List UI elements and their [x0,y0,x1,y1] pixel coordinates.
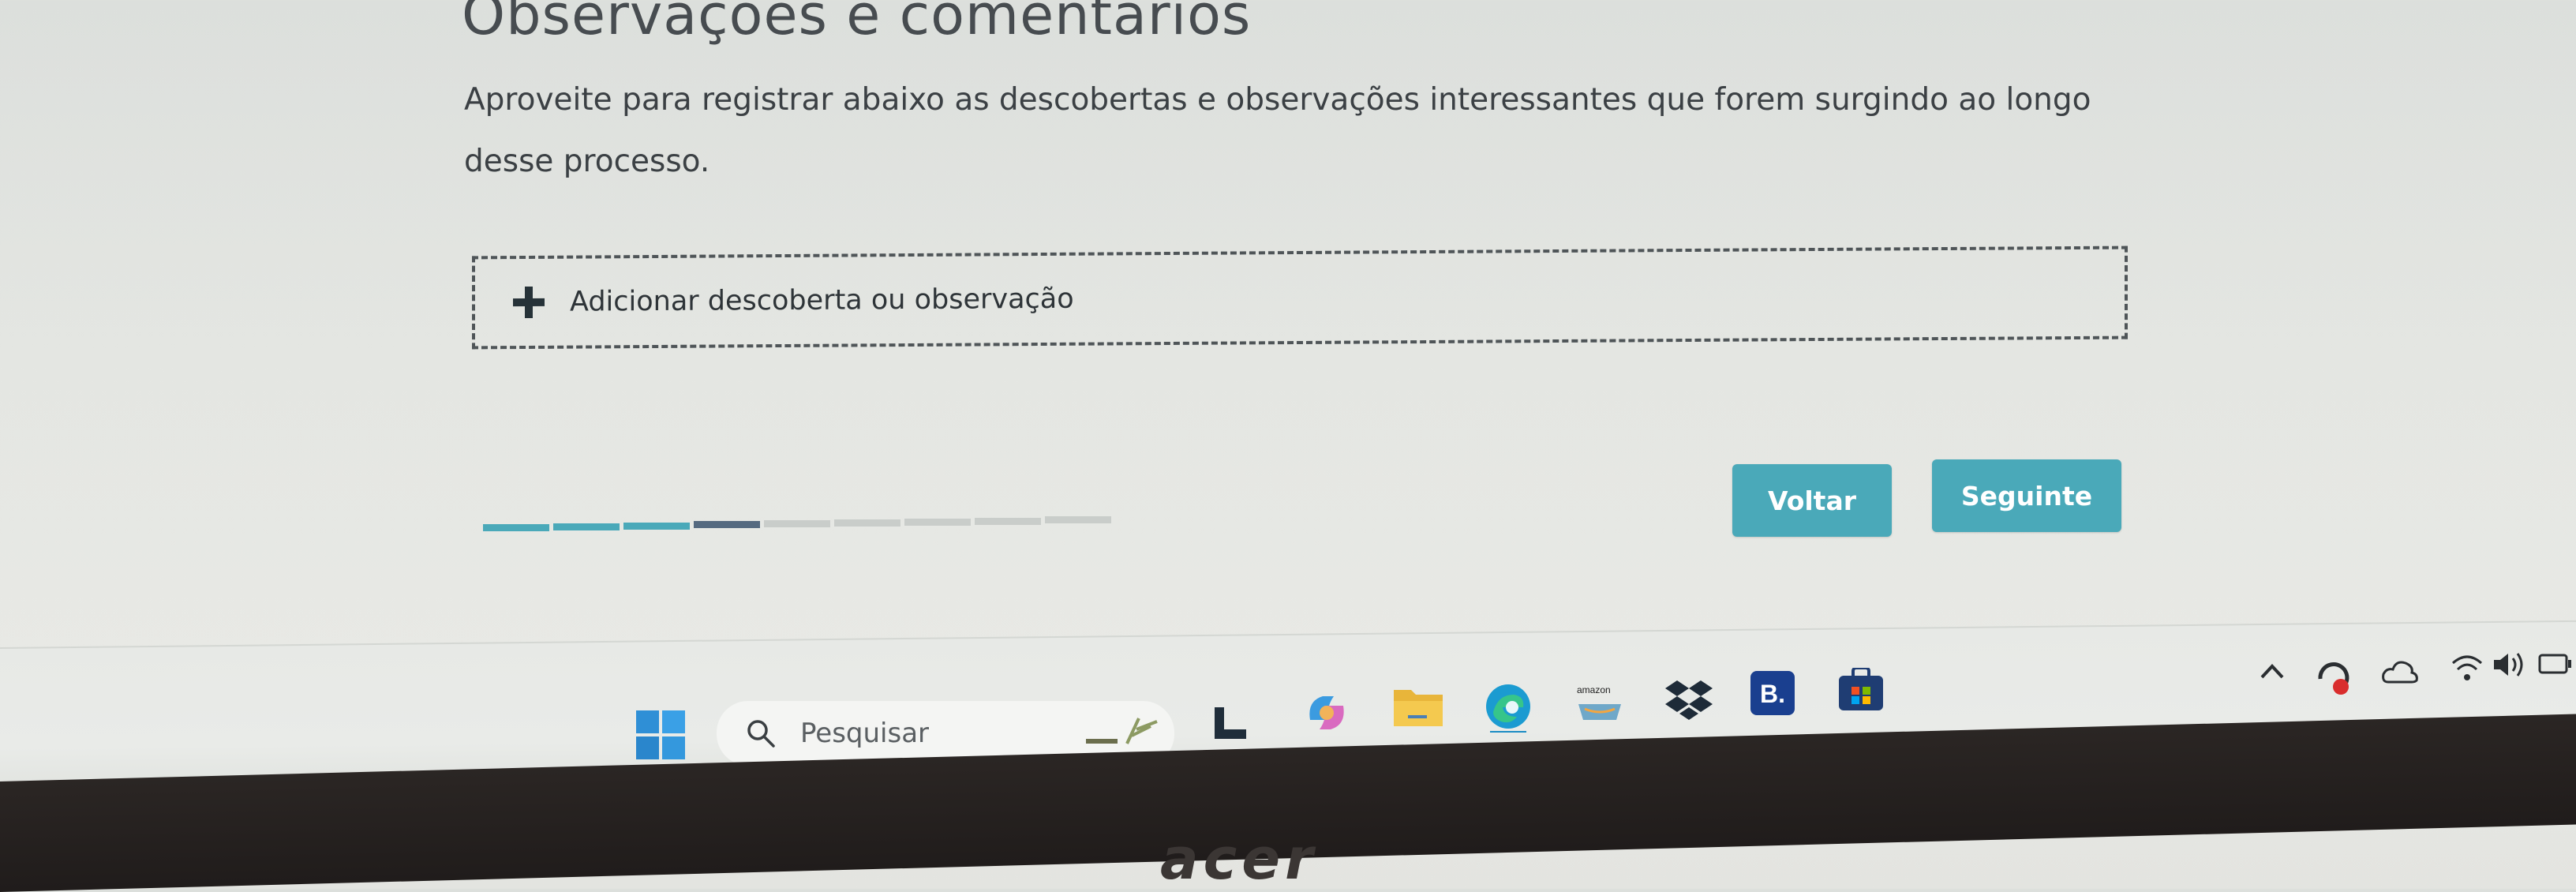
progress-segment [623,522,690,530]
progress-segment [975,517,1041,525]
progress-segment [483,524,549,531]
progress-segment [1045,516,1111,524]
next-button[interactable]: Seguinte [1932,459,2121,532]
wifi-icon[interactable] [2450,652,2484,688]
app-l-icon[interactable] [1211,704,1249,746]
volume-icon[interactable] [2491,649,2530,684]
copilot-icon[interactable] [1302,688,1351,741]
laptop-brand-logo: acer [1160,826,1318,892]
file-explorer-icon[interactable] [1392,684,1444,732]
page-title: Observações e comentários [462,0,1252,47]
search-placeholder: Pesquisar [800,718,930,749]
windows-start-icon[interactable] [636,710,685,759]
svg-text:amazon: amazon [1577,684,1611,695]
screen: Observações e comentários Aproveite para… [0,0,2576,892]
progress-segment [694,521,760,529]
progress-segment [764,520,830,528]
battery-icon[interactable] [2538,652,2573,680]
cloud-icon[interactable] [2380,658,2420,689]
svg-text:B.: B. [1760,680,1785,708]
progress-segment [904,518,971,526]
sync-icon[interactable] [2312,655,2355,702]
store-icon[interactable] [1839,666,1883,716]
add-observation-button[interactable]: Adicionar descoberta ou observação [472,245,2128,350]
progress-segment [553,523,620,530]
amazon-icon[interactable]: amazon [1574,680,1626,732]
search-icon [745,718,777,749]
progress-segment [834,519,900,527]
dropbox-icon[interactable] [1665,677,1713,725]
chevron-up-icon[interactable] [2259,662,2286,684]
page-description: Aproveite para registrar abaixo as desco… [464,82,2091,179]
booking-icon[interactable]: B. [1750,671,1795,719]
progress-bar [483,516,1114,534]
add-observation-label: Adicionar descoberta ou observação [570,283,1074,318]
plus-icon [511,285,546,320]
back-button[interactable]: Voltar [1732,464,1892,537]
edge-icon[interactable] [1482,680,1534,736]
